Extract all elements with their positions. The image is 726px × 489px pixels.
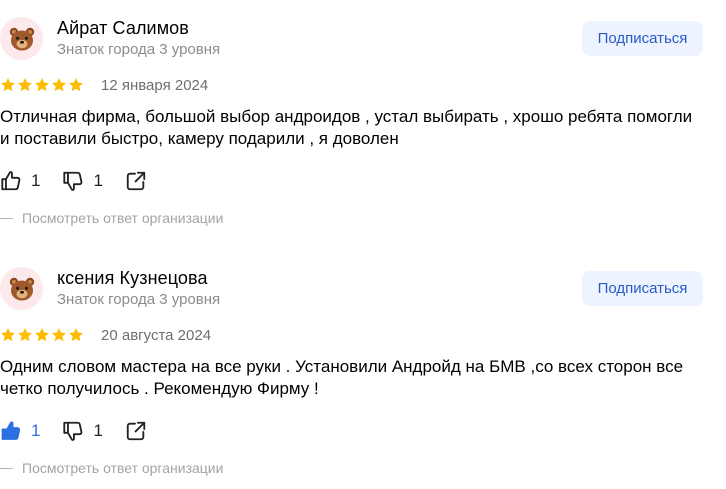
dislike-button[interactable]: 1 — [62, 420, 103, 442]
org-answer-link[interactable]: Посмотреть ответ организации — [0, 460, 223, 476]
review-date: 12 января 2024 — [101, 77, 209, 94]
thumbs-down-icon — [63, 171, 83, 191]
star-icon — [35, 78, 49, 92]
review-text: Одним словом мастера на все руки . Устан… — [0, 357, 684, 398]
like-count: 1 — [31, 171, 41, 190]
review-actions: 1 1 — [0, 168, 147, 194]
star-icon — [1, 328, 15, 342]
bear-face-icon — [9, 277, 34, 300]
thumbs-up-icon — [1, 171, 21, 191]
answer-link-label: Посмотреть ответ организации — [22, 460, 224, 476]
review-actions: 1 1 — [0, 418, 147, 444]
author-level: Знаток города 3 уровня — [57, 41, 221, 58]
answer-dash — [0, 467, 13, 469]
dislike-count: 1 — [93, 421, 103, 440]
avatar[interactable] — [0, 17, 43, 60]
review-card: ксения Кузнецова Знаток города 3 уровня … — [0, 250, 726, 489]
dislike-count: 1 — [93, 171, 103, 190]
share-icon — [126, 171, 146, 191]
star-icon — [1, 78, 15, 92]
avatar[interactable] — [0, 267, 43, 310]
review-card: Айрат Салимов Знаток города 3 уровня Под… — [0, 0, 726, 245]
review-text: Отличная фирма, большой выбор андроидов … — [0, 107, 693, 148]
star-icon — [35, 328, 49, 342]
star-icon — [52, 328, 66, 342]
like-count: 1 — [31, 421, 41, 440]
like-button[interactable]: 1 — [0, 420, 40, 442]
share-button[interactable] — [125, 170, 147, 192]
answer-link-label: Посмотреть ответ организации — [22, 210, 224, 226]
star-icon — [18, 328, 32, 342]
answer-dash — [0, 217, 13, 219]
bear-face-icon — [9, 27, 34, 50]
author-name[interactable]: ксения Кузнецова — [57, 268, 208, 289]
share-icon — [126, 421, 146, 441]
subscribe-button[interactable]: Подписаться — [582, 21, 703, 56]
star-icon — [69, 78, 83, 92]
org-answer-link[interactable]: Посмотреть ответ организации — [0, 210, 223, 226]
star-icon — [69, 328, 83, 342]
star-icon — [52, 78, 66, 92]
author-name[interactable]: Айрат Салимов — [57, 18, 189, 39]
dislike-button[interactable]: 1 — [62, 170, 103, 192]
thumbs-down-icon — [63, 421, 83, 441]
star-icon — [18, 78, 32, 92]
thumbs-up-icon — [1, 421, 21, 440]
subscribe-button[interactable]: Подписаться — [582, 271, 703, 306]
share-button[interactable] — [125, 420, 147, 442]
author-level: Знаток города 3 уровня — [57, 291, 221, 308]
rating-stars — [0, 327, 84, 343]
review-date: 20 августа 2024 — [101, 327, 212, 344]
like-button[interactable]: 1 — [0, 170, 40, 192]
rating-stars — [0, 77, 84, 93]
